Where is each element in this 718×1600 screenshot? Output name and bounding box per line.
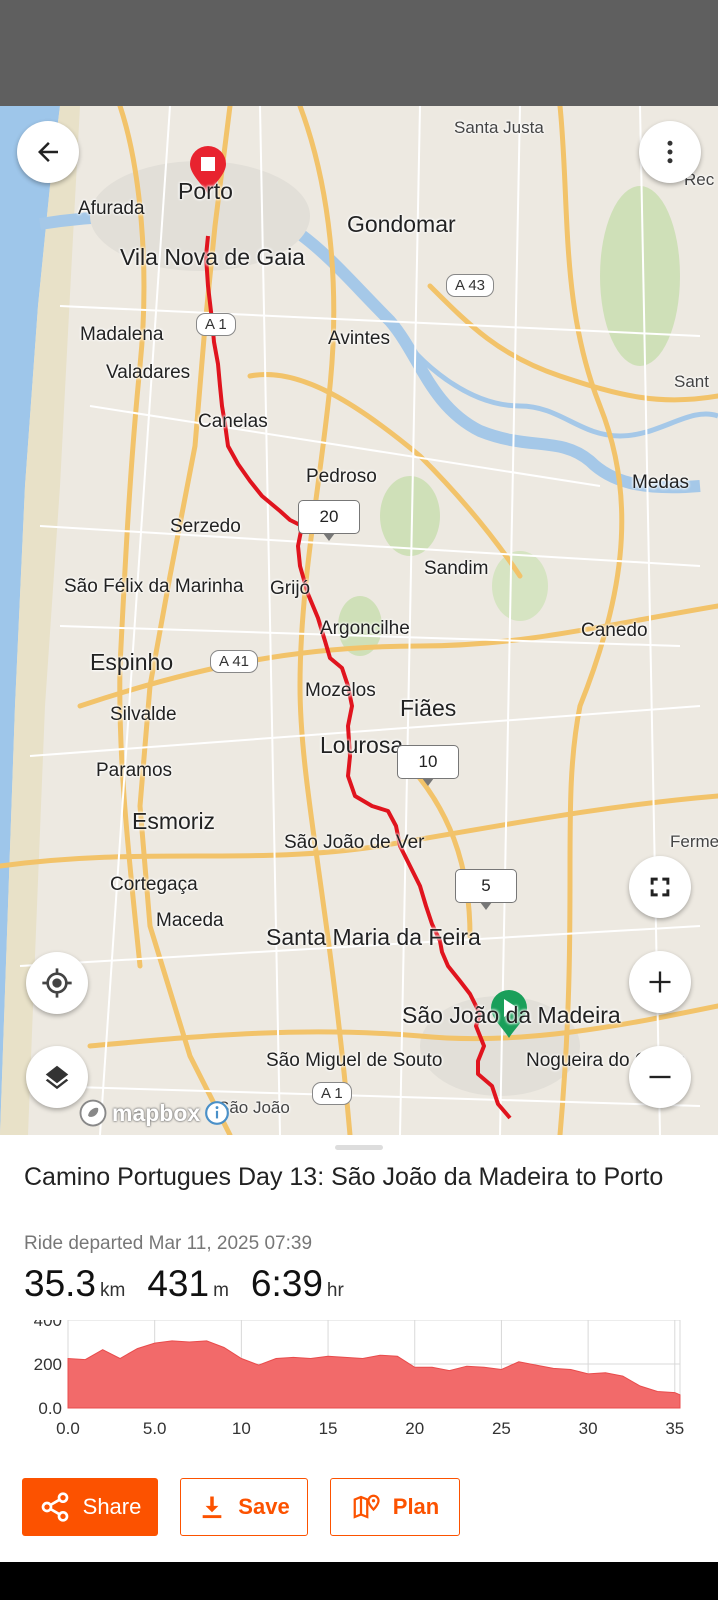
map-label: Canedo xyxy=(581,620,648,641)
elevation-chart: 0.0 5.0 10 15 20 25 30 35 0.0 200 400 xyxy=(34,1320,684,1438)
save-button[interactable]: Save xyxy=(180,1478,308,1536)
map-label: Serzedo xyxy=(170,516,241,537)
zoom-out-icon xyxy=(649,1075,671,1079)
map-label: Medas xyxy=(632,472,690,493)
x-tick-label: 25 xyxy=(492,1419,511,1438)
elevation-unit: m xyxy=(213,1280,229,1301)
x-tick-label: 35 xyxy=(665,1419,684,1438)
map-label: Paramos xyxy=(96,760,173,781)
km-marker: 10 xyxy=(397,745,459,786)
time-unit: hr xyxy=(326,1280,344,1301)
map-label: Madalena xyxy=(80,324,164,345)
my-location-button[interactable] xyxy=(26,952,88,1014)
map-label: Mozelos xyxy=(305,680,376,701)
road-shield: A 1 xyxy=(196,313,236,336)
my-location-icon xyxy=(42,968,72,998)
info-icon[interactable] xyxy=(204,1100,230,1126)
map-label: Gondomar xyxy=(347,211,456,237)
map-label: Cortegaça xyxy=(110,874,198,895)
more-options-button[interactable] xyxy=(639,121,701,183)
road-shield: A 43 xyxy=(446,274,495,297)
navigation-bar xyxy=(0,1562,718,1600)
x-tick-label: 5.0 xyxy=(143,1419,167,1438)
map-label: Ferme xyxy=(670,832,718,851)
zoom-out-button[interactable] xyxy=(629,1046,691,1108)
back-arrow-icon xyxy=(38,142,58,162)
map-label: Santa Maria da Feira xyxy=(266,924,481,950)
map-label: Sant xyxy=(674,372,709,391)
map-label: Esmoriz xyxy=(132,808,216,834)
route-map[interactable]: Santa Justa Porto Afurada Gondomar Vila … xyxy=(0,106,718,1135)
back-button[interactable] xyxy=(17,121,79,183)
ride-departed-text: Ride departed Mar 11, 2025 07:39 xyxy=(24,1233,313,1254)
map-label: Afurada xyxy=(78,198,145,219)
map-label: Canelas xyxy=(198,411,268,432)
mapbox-attribution: mapbox xyxy=(78,1098,230,1128)
map-label: Espinho xyxy=(90,649,174,675)
x-tick-label: 0.0 xyxy=(56,1419,80,1438)
x-tick-label: 30 xyxy=(579,1419,598,1438)
share-button[interactable]: Share xyxy=(22,1478,158,1536)
drag-handle[interactable] xyxy=(335,1145,383,1150)
activity-stats: 35.3 km 431 m 6:39 hr xyxy=(24,1263,366,1305)
save-label: Save xyxy=(238,1494,290,1519)
map-label: Porto xyxy=(178,178,233,204)
y-tick-label: 0.0 xyxy=(38,1399,62,1418)
share-icon xyxy=(41,1492,68,1522)
map-label: São João de Ver xyxy=(284,832,425,853)
layers-icon xyxy=(45,1065,69,1090)
map-label: Avintes xyxy=(328,328,390,349)
map-label: São Félix da Marinha xyxy=(64,576,244,597)
x-tick-label: 10 xyxy=(232,1419,251,1438)
km-marker: 5 xyxy=(455,869,517,910)
distance-unit: km xyxy=(100,1280,126,1301)
elevation-value: 431 xyxy=(147,1263,210,1304)
mapbox-logo-icon xyxy=(79,1099,107,1127)
map-pin-icon xyxy=(353,1494,380,1519)
plan-button[interactable]: Plan xyxy=(330,1478,460,1536)
map-label: Santa Justa xyxy=(454,118,544,137)
map-label: Fiães xyxy=(400,695,457,721)
activity-details-sheet: Camino Portugues Day 13: São João da Mad… xyxy=(0,1135,718,1562)
road-shield: A 1 xyxy=(312,1082,352,1105)
km-marker: 20 xyxy=(298,500,360,541)
zoom-in-button[interactable] xyxy=(629,951,691,1013)
more-vert-icon xyxy=(667,140,673,164)
mapbox-wordmark: mapbox xyxy=(112,1099,201,1126)
map-label: São João da Madeira xyxy=(402,1002,621,1028)
fullscreen-icon xyxy=(650,877,670,897)
x-tick-label: 15 xyxy=(319,1419,338,1438)
map-label: Pedroso xyxy=(306,466,377,487)
map-label: Silvalde xyxy=(110,704,177,725)
y-tick-label: 400 xyxy=(34,1320,62,1330)
map-label: São Miguel de Souto xyxy=(266,1050,443,1071)
fullscreen-button[interactable] xyxy=(629,856,691,918)
map-label: Grijó xyxy=(270,578,311,599)
map-label: Argoncilhe xyxy=(320,618,410,639)
x-tick-label: 20 xyxy=(405,1419,424,1438)
map-label: Vila Nova de Gaia xyxy=(120,244,305,270)
y-tick-label: 200 xyxy=(34,1355,62,1374)
map-label: Valadares xyxy=(106,362,191,383)
zoom-in-icon xyxy=(649,971,671,993)
distance-value: 35.3 xyxy=(24,1263,97,1304)
time-value: 6:39 xyxy=(250,1263,323,1304)
status-bar xyxy=(0,0,718,106)
map-label: Maceda xyxy=(156,910,224,931)
download-icon xyxy=(202,1496,222,1519)
activity-title: Camino Portugues Day 13: São João da Mad… xyxy=(24,1163,664,1191)
road-shield: A 41 xyxy=(210,650,259,673)
map-label: Sandim xyxy=(424,558,489,579)
plan-label: Plan xyxy=(392,1494,440,1519)
share-label: Share xyxy=(82,1494,142,1519)
map-label: Lourosa xyxy=(320,732,404,758)
